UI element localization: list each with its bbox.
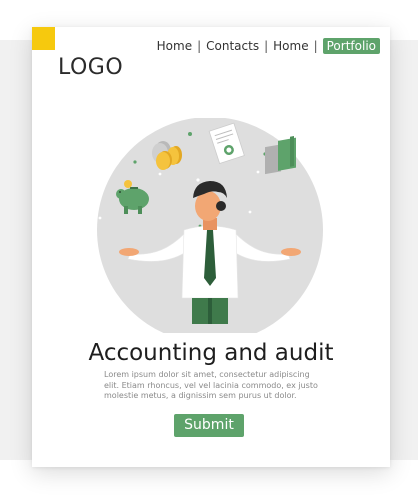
nav-home-2[interactable]: Home — [273, 39, 308, 53]
nav-portfolio[interactable]: Portfolio — [322, 38, 380, 54]
decor-dot — [188, 132, 192, 136]
nav-home[interactable]: Home — [157, 39, 192, 53]
nav-contacts[interactable]: Contacts — [206, 39, 259, 53]
nav-separator: | — [197, 39, 202, 53]
accountant-illustration — [97, 118, 323, 333]
nav-separator: | — [313, 39, 318, 53]
page-title: Accounting and audit — [88, 340, 334, 366]
top-nav: Home | Contacts | Home | Portfolio — [157, 38, 380, 54]
decor-dot — [98, 216, 102, 220]
nav-separator: | — [264, 39, 269, 53]
decor-dot — [248, 210, 252, 214]
decor-dot — [256, 170, 260, 174]
body-text: Lorem ipsum dolor sit amet, consectetur … — [104, 370, 318, 400]
logo-text[interactable]: LOGO — [58, 55, 123, 80]
decor-dot — [133, 160, 137, 164]
decor-dot — [196, 178, 200, 182]
logo-mark — [32, 27, 55, 50]
submit-button[interactable]: Submit — [174, 414, 244, 437]
decor-dot — [158, 172, 162, 176]
